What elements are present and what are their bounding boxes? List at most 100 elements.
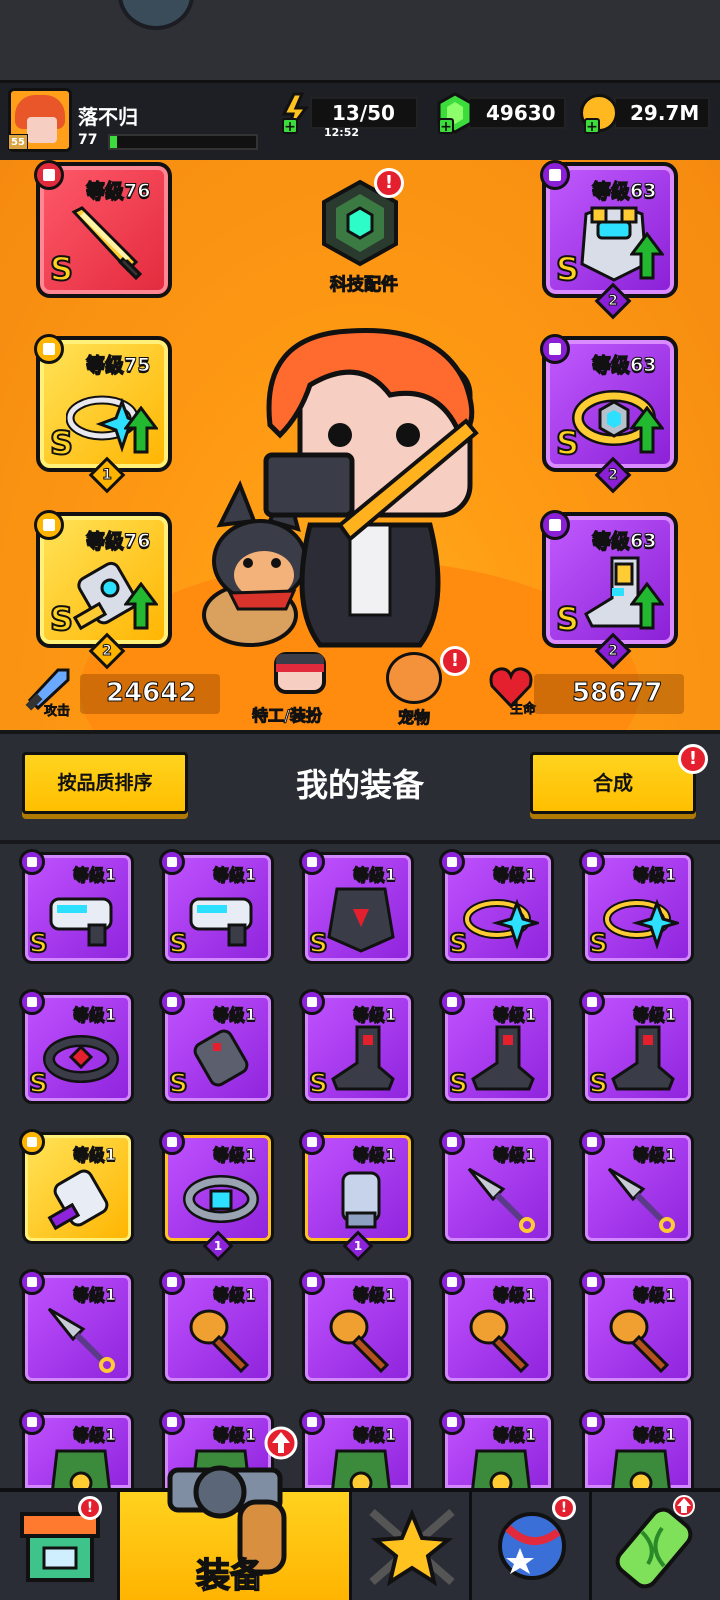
player-xp: 77 [78,132,98,148]
belt-category-icon [540,334,570,364]
lab-upgrade-icon [673,1495,695,1517]
inventory-item[interactable]: 等级1 [439,1269,554,1384]
slot-belt[interactable]: 等级63 S 2 [540,334,678,494]
merge-button[interactable]: 合成 [530,752,696,814]
nav-battle-tab[interactable] [352,1492,472,1600]
item-category-icon [159,1269,185,1295]
energy-plus-icon[interactable]: + [282,118,298,134]
item-category-icon [439,1269,465,1295]
silver-gauntlet-icon [341,1171,381,1229]
sort-by-quality-button[interactable]: 按品质排序 [22,752,188,814]
item-level: 等级1 [213,1145,257,1165]
item-category-icon [579,849,605,875]
item-level: 等级1 [73,1285,117,1305]
inventory-item[interactable]: 等级1 S [159,849,274,964]
nav-shop-tab[interactable] [0,1492,120,1600]
item-category-icon [439,849,465,875]
armor-category-icon [540,160,570,190]
kunai-icon [467,1167,535,1233]
slot-necklace[interactable]: 等级75 S 1 [34,334,172,494]
inventory-item[interactable]: 等级1 S [19,849,134,964]
dark-boot-icon [471,1025,535,1091]
coin-plus-icon[interactable]: + [584,118,600,134]
dark-armor-icon [327,887,395,953]
item-grade: S [588,1068,609,1100]
xp-bar-fill [110,136,117,148]
item-level: 等级1 [633,1285,677,1305]
star-swords-icon [369,1508,455,1587]
horn-icon [609,1309,670,1373]
inventory-item[interactable]: 等级1 S [299,989,414,1104]
upgrade-arrow-icon [124,406,158,454]
item-level: 等级1 [493,1425,537,1445]
item-level: 等级1 [493,1145,537,1165]
pet-icon[interactable] [386,652,442,704]
xp-bar [108,134,258,150]
nav-lab-tab[interactable] [592,1492,720,1600]
inventory-item[interactable]: 等级1 S [19,989,134,1104]
slot-grade: S [49,423,74,463]
inventory-item[interactable]: 等级1 S [579,849,694,964]
item-level: 等级1 [73,1145,117,1165]
attack-label: 攻击 [44,704,71,720]
inventory-item[interactable]: 等级1 S [159,989,274,1104]
nav-equip-label[interactable]: 装备 [195,1548,265,1597]
slot-gloves[interactable]: 等级76 S 2 [34,510,172,670]
agent-costume-icon[interactable] [270,650,330,696]
inventory-item[interactable]: 等级1 S [439,849,554,964]
slot-level: 等级76 [85,180,151,203]
inventory-item[interactable]: 等级1 1 [159,1129,274,1262]
slot-grade: S [555,249,580,289]
slot-grade: S [49,599,74,639]
slot-boots[interactable]: 等级63 S 2 [540,510,678,670]
item-level: 等级1 [73,1005,117,1025]
inventory-item[interactable]: 等级1 [439,1129,554,1244]
tech-parts-label[interactable]: 科技配件 [314,270,414,296]
item-category-icon [299,1129,325,1155]
inventory-item[interactable]: 等级1 [579,1129,694,1244]
slot-level: 等级63 [591,354,657,377]
merge-alert-icon: ! [678,744,708,774]
dark-belt-icon [43,1035,119,1083]
item-level: 等级1 [353,1005,397,1025]
inventory-item[interactable]: 等级1 1 [299,1129,414,1262]
inventory-item[interactable]: 等级1 [579,1409,694,1505]
shop-icon [20,1512,100,1582]
upgrade-arrow-icon [630,406,664,454]
inventory-item[interactable]: 等级1 S [579,989,694,1104]
dark-boot-icon [611,1025,675,1091]
pet-label[interactable]: 宠物 [397,704,430,728]
item-grade: S [588,928,609,960]
item-category-icon [159,849,185,875]
inventory-item[interactable]: 等级1 [159,1269,274,1384]
inventory-item[interactable]: 等级1 [19,1409,134,1505]
inventory-title: 我的装备 [295,766,424,804]
item-level: 等级1 [353,1145,397,1165]
inventory-item[interactable]: 等级1 [299,1269,414,1384]
inventory-item[interactable]: 等级1 [579,1269,694,1384]
item-grade: S [308,928,329,960]
agent-costume-label[interactable]: 特工/装扮 [252,702,323,726]
slot-level: 等级63 [591,180,657,203]
horn-icon [469,1309,530,1373]
inventory-item[interactable]: 等级1 [439,1409,554,1505]
item-category-icon [159,989,185,1015]
events-alert-icon: ! [552,1496,576,1520]
inventory-item[interactable]: 等级1 [19,1129,134,1244]
item-category-icon [439,989,465,1015]
item-grade: S [448,1068,469,1100]
coin-value: 29.7M [630,101,700,125]
tech-alert-icon: ! [374,168,404,198]
item-grade: S [308,1068,329,1100]
inventory-item[interactable]: 等级1 [19,1269,134,1384]
slot-weapon[interactable]: 等级76 S [34,160,172,298]
inventory-item[interactable]: 等级1 S [439,989,554,1104]
inventory-item[interactable]: 等级1 S [299,849,414,964]
item-category-icon [19,1409,45,1435]
item-category-icon [579,1409,605,1435]
slot-armor[interactable]: 等级63 S 2 [540,160,678,320]
item-level: 等级1 [73,1425,117,1445]
ring-icon [463,898,539,950]
gem-plus-icon[interactable]: + [438,118,454,134]
slot-level: 等级63 [591,530,657,553]
